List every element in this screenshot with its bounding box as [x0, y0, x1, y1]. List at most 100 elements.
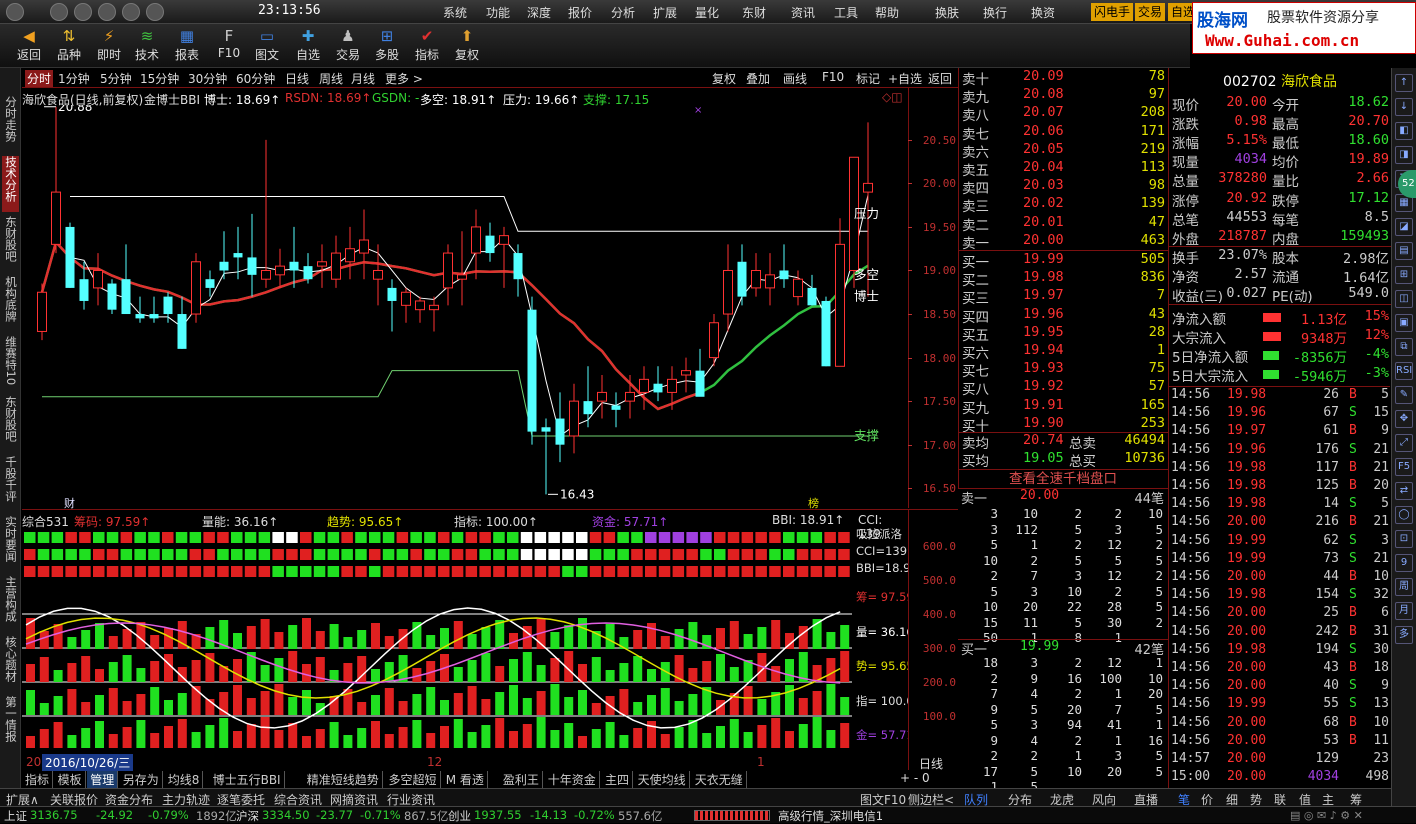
candle[interactable] — [415, 296, 425, 323]
buy-order-row[interactable]: 买一 19.99 505 — [959, 251, 1169, 271]
candle[interactable] — [37, 283, 47, 341]
candle[interactable] — [485, 222, 495, 262]
indicator-tab[interactable]: M 看透 — [443, 771, 488, 788]
app-icon[interactable] — [6, 3, 24, 21]
left-nav-item[interactable]: 千股千评 — [2, 456, 19, 512]
left-nav-item[interactable]: 核心题材 — [2, 636, 19, 692]
candle[interactable] — [597, 375, 607, 419]
chart-button[interactable]: 返回 — [928, 70, 952, 87]
candle[interactable] — [65, 222, 75, 288]
candle[interactable] — [93, 253, 103, 306]
cai-marker[interactable]: 财 — [64, 496, 75, 510]
toolbar-button[interactable]: ⬆ 复权 — [448, 24, 486, 68]
buy-order-row[interactable]: 买八 19.92 57 — [959, 378, 1169, 398]
buy-order-row[interactable]: 买五 19.95 28 — [959, 324, 1169, 344]
candle[interactable] — [401, 287, 411, 323]
candle[interactable] — [177, 296, 187, 349]
candle[interactable] — [681, 357, 691, 393]
menu-item[interactable]: 量化 — [695, 4, 719, 21]
toolbar-button[interactable]: ⊞ 多股 — [368, 24, 406, 68]
candle[interactable] — [429, 296, 439, 332]
indicator-tab[interactable]: 另存为 — [120, 771, 163, 788]
timeframe-tab[interactable]: 30分钟 — [188, 70, 227, 87]
indicator-tab[interactable]: 天衣无缝 — [692, 771, 747, 788]
candle[interactable] — [723, 244, 733, 332]
buy-order-row[interactable]: 买三 19.97 7 — [959, 287, 1169, 307]
candle[interactable] — [359, 209, 369, 280]
side-tool-icon[interactable]: ◧ — [1395, 122, 1413, 140]
indicator-tab[interactable]: 精准短线趋势 — [304, 771, 383, 788]
menu-item[interactable]: 换肤 — [935, 4, 959, 21]
candle[interactable] — [135, 296, 145, 323]
menu-item[interactable]: 资讯 — [791, 4, 815, 21]
minimize-circle-icon[interactable] — [98, 3, 116, 21]
side-tool-icon[interactable]: ◪ — [1395, 218, 1413, 236]
candle[interactable] — [527, 296, 537, 445]
candle[interactable] — [611, 392, 621, 428]
candle[interactable] — [303, 253, 313, 284]
toolbar-button[interactable]: F F10 — [210, 24, 248, 68]
timeframe-tab[interactable]: 60分钟 — [236, 70, 275, 87]
left-nav-item[interactable]: 分时走势 — [2, 96, 19, 152]
candlestick-chart[interactable]: 20.88 16.43 压力多空博士支撑财 榜 × — [22, 105, 908, 510]
menu-item[interactable]: 帮助 — [875, 4, 899, 21]
side-tool-icon[interactable]: 月 — [1395, 602, 1413, 620]
view-all-depth-link[interactable]: 查看全速千档盘口 — [958, 469, 1168, 489]
sell-order-row[interactable]: 卖三 20.02 139 — [959, 195, 1169, 215]
chart-toggle-icon[interactable]: ◇◫ — [882, 90, 903, 104]
toolbar-button[interactable]: ▦ 报表 — [168, 24, 206, 68]
candle[interactable] — [149, 296, 159, 323]
side-tool-icon[interactable]: ✎ — [1395, 386, 1413, 404]
menu-item[interactable]: 换行 — [983, 4, 1007, 21]
candle[interactable] — [345, 226, 355, 280]
side-tool-icon[interactable]: RSI — [1395, 362, 1413, 380]
side-tool-icon[interactable]: ⊡ — [1395, 530, 1413, 548]
toolbar-button[interactable]: ♟ 交易 — [329, 24, 367, 68]
candle[interactable] — [247, 213, 257, 297]
indicator-chart[interactable]: 吸拉派洛 CCI=139. BBI=18.9 筹= 97.59 量= 36.16 势= 9… — [22, 528, 908, 754]
side-tool-icon[interactable]: ◨ — [1395, 146, 1413, 164]
left-nav-item[interactable]: 维赛特10 — [2, 336, 19, 392]
indicator-tab[interactable]: 天使均线 — [635, 771, 690, 788]
candle[interactable] — [765, 253, 775, 306]
candle[interactable] — [289, 226, 299, 288]
candle[interactable] — [737, 244, 747, 306]
zoom-controls[interactable]: + - 0 — [900, 771, 930, 785]
candle[interactable] — [835, 218, 845, 367]
side-tool-icon[interactable]: 周 — [1395, 578, 1413, 596]
chart-button[interactable]: 叠加 — [746, 70, 770, 87]
indicator-tab[interactable]: 博士五行BBI — [210, 771, 285, 788]
buy-order-row[interactable]: 买九 19.91 165 — [959, 397, 1169, 417]
indicator-tab[interactable]: 指标 — [22, 771, 54, 788]
menu-item[interactable]: 工具 — [834, 4, 858, 21]
sell-order-row[interactable]: 卖一 20.00 463 — [959, 232, 1169, 252]
candle[interactable] — [457, 231, 467, 306]
left-nav-item[interactable]: 实时要闻 — [2, 516, 19, 572]
candle[interactable] — [709, 314, 719, 367]
candle[interactable] — [163, 292, 173, 323]
indicator-tab[interactable]: 主四 — [602, 771, 634, 788]
candle[interactable] — [387, 279, 397, 332]
chart-button[interactable]: 标记 — [856, 70, 880, 87]
candle[interactable] — [121, 244, 131, 315]
timeframe-tab[interactable]: 周线 — [319, 70, 343, 87]
timeframe-tab[interactable]: 5分钟 — [100, 70, 132, 87]
candle[interactable] — [219, 231, 229, 280]
status-icons[interactable]: ▤ ◎ ✉ ♪ ⚙ ✕ — [1290, 809, 1363, 822]
indicator-tab[interactable]: 十年资金 — [545, 771, 600, 788]
timeframe-tab[interactable]: 更多 > — [385, 70, 423, 87]
sell-order-row[interactable]: 卖八 20.07 208 — [959, 104, 1169, 124]
side-tool-icon[interactable]: ⇄ — [1395, 482, 1413, 500]
side-tool-icon[interactable]: ▤ — [1395, 242, 1413, 260]
menu-item[interactable]: 系统 — [443, 4, 467, 21]
menu-item[interactable]: 换资 — [1031, 4, 1055, 21]
buy-order-row[interactable]: 买二 19.98 836 — [959, 269, 1169, 289]
candle[interactable] — [261, 139, 271, 288]
menu-quick-button[interactable]: 闪电手 — [1091, 3, 1134, 21]
toolbar-button[interactable]: ▭ 图文 — [248, 24, 286, 68]
indicator-tab[interactable]: 盈利王 — [500, 771, 543, 788]
candle[interactable] — [275, 248, 285, 288]
indicator-tab[interactable]: 多空超短 — [386, 771, 441, 788]
menu-quick-button[interactable]: 交易 — [1135, 3, 1166, 21]
candle[interactable] — [555, 392, 565, 463]
